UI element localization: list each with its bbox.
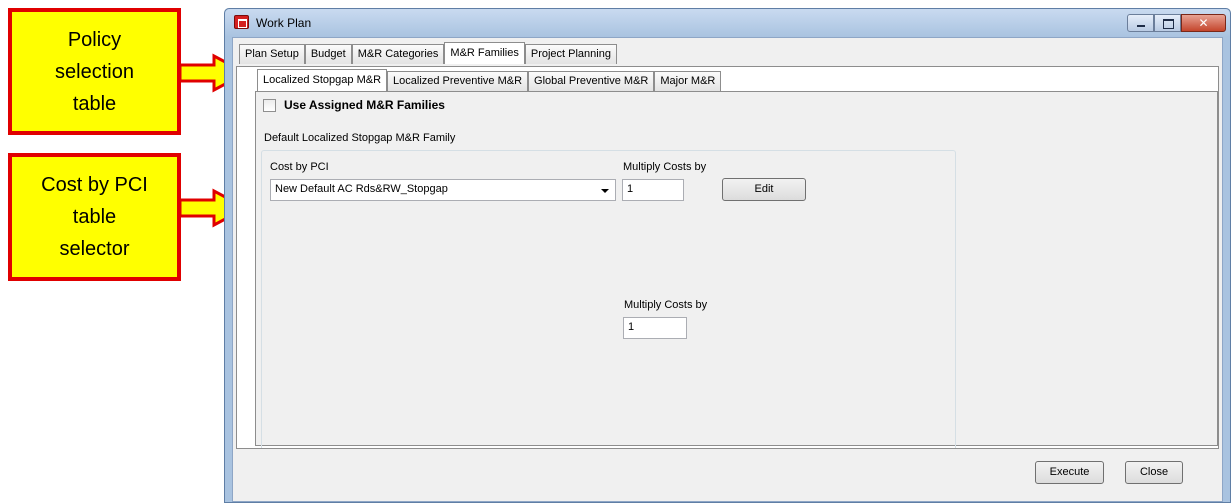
cost-by-pci-value: New Default AC Rds&RW_Stopgap (275, 183, 448, 195)
policy-selection-callout: Policy selection table (8, 8, 181, 135)
cost-by-pci-combo[interactable]: New Default AC Rds&RW_Stopgap (270, 179, 616, 201)
default-family-group: Cost by PCI New Default AC Rds&RW_Stopga… (261, 150, 956, 448)
callout-text: Cost by PCI table selector (41, 174, 148, 260)
window-client-area: Plan Setup Budget M&R Categories M&R Fam… (232, 37, 1223, 502)
tab-mr-families[interactable]: M&R Families (444, 42, 525, 64)
outer-tab-strip: Plan Setup Budget M&R Categories M&R Fam… (239, 42, 617, 64)
execute-button[interactable]: Execute (1035, 461, 1104, 484)
inner-tab-strip: Localized Stopgap M&R Localized Preventi… (257, 69, 722, 91)
multiply-costs-label-1: Multiply Costs by (623, 161, 707, 173)
multiply-costs-value-1: 1 (627, 183, 634, 195)
minimize-button[interactable] (1127, 14, 1154, 32)
window-title: Work Plan (256, 16, 312, 30)
default-family-label: Default Localized Stopgap M&R Family (264, 132, 456, 144)
close-button[interactable]: Close (1125, 461, 1183, 484)
use-assigned-label: Use Assigned M&R Families (284, 98, 445, 112)
window-controls: ✕ (1127, 14, 1226, 32)
tab-global-preventive[interactable]: Global Preventive M&R (528, 71, 655, 91)
tab-mr-categories[interactable]: M&R Categories (351, 44, 445, 64)
maximize-button[interactable] (1154, 14, 1181, 32)
multiply-costs-input-1[interactable]: 1 (622, 179, 684, 201)
cost-by-pci-label: Cost by PCI (270, 161, 329, 173)
localized-stopgap-panel: Use Assigned M&R Families Default Locali… (255, 91, 1218, 448)
tab-localized-stopgap[interactable]: Localized Stopgap M&R (257, 69, 388, 91)
tab-budget[interactable]: Budget (304, 44, 352, 64)
multiply-costs-label-2: Multiply Costs by (624, 299, 708, 311)
title-bar[interactable]: Work Plan ✕ (225, 9, 1230, 37)
multiply-costs-input-2[interactable]: 1 (623, 317, 687, 339)
tab-major-mr[interactable]: Major M&R (654, 71, 722, 91)
close-window-button[interactable]: ✕ (1181, 14, 1226, 32)
callout-text: Policy selection table (55, 28, 134, 115)
work-plan-window: Work Plan ✕ Plan Setup Budget M&R Catego… (224, 8, 1231, 503)
app-icon (234, 15, 249, 29)
tab-plan-setup[interactable]: Plan Setup (239, 44, 305, 64)
use-assigned-checkbox[interactable] (263, 98, 276, 112)
cost-by-pci-callout: Cost by PCI table selector (8, 153, 181, 281)
chevron-down-icon[interactable] (601, 189, 609, 193)
tab-project-planning[interactable]: Project Planning (524, 44, 617, 64)
tab-localized-preventive[interactable]: Localized Preventive M&R (387, 71, 529, 91)
use-assigned-row[interactable]: Use Assigned M&R Families (263, 98, 445, 112)
multiply-costs-value-2: 1 (628, 321, 635, 333)
edit-button[interactable]: Edit (722, 178, 806, 201)
